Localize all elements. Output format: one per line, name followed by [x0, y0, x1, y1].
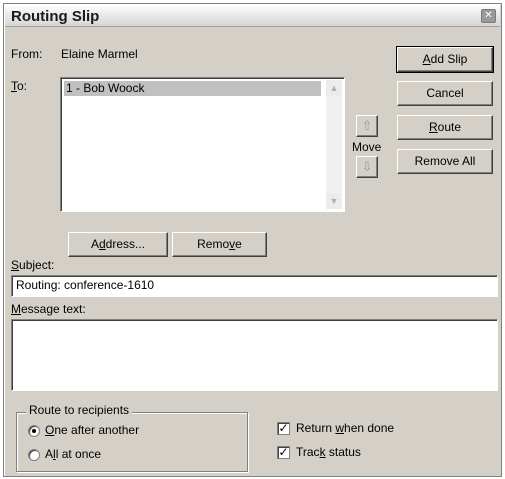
remove-all-button[interactable]: Remove All [397, 149, 493, 174]
track-status-label[interactable]: Track status [296, 445, 361, 459]
return-when-done-checkbox[interactable]: ✓ [277, 422, 290, 435]
scroll-down-arrow-icon[interactable]: ▼ [326, 193, 342, 209]
radio-one-after-another[interactable] [28, 425, 40, 437]
message-text-area[interactable] [11, 319, 498, 391]
recipient-list-item[interactable]: 1 - Bob Woock [64, 81, 321, 96]
route-to-recipients-group [16, 412, 248, 472]
dialog-title: Routing Slip [11, 8, 100, 25]
routing-slip-dialog: Routing Slip ✕ From: Elaine Marmel To: 1… [3, 3, 502, 477]
remove-button[interactable]: Remove [172, 232, 267, 257]
close-icon[interactable]: ✕ [481, 9, 496, 23]
title-bar: Routing Slip ✕ [5, 5, 500, 27]
arrow-down-icon: ⇩ [361, 159, 373, 174]
subject-label: Subject: [11, 258, 55, 272]
from-value: Elaine Marmel [61, 47, 138, 61]
all-at-once-label[interactable]: All at once [45, 447, 101, 461]
move-down-button[interactable]: ⇩ [356, 156, 378, 178]
recipients-listbox[interactable]: 1 - Bob Woock ▲ ▼ [60, 77, 345, 212]
add-slip-button[interactable]: Add Slip [396, 46, 494, 73]
route-to-recipients-title: Route to recipients [26, 403, 133, 417]
from-label: From: [11, 47, 43, 61]
route-button[interactable]: Route [397, 115, 493, 140]
radio-all-at-once[interactable] [28, 449, 40, 461]
message-text-label: Message text: [11, 302, 86, 316]
subject-field[interactable]: Routing: conference-1610 [11, 275, 498, 297]
cancel-button[interactable]: Cancel [397, 81, 493, 106]
return-when-done-label[interactable]: Return when done [296, 421, 394, 435]
move-label: Move [352, 140, 382, 154]
recipients-scrollbar[interactable]: ▲ ▼ [326, 80, 342, 209]
to-label: To: [11, 79, 28, 93]
scroll-up-arrow-icon[interactable]: ▲ [326, 80, 342, 96]
track-status-checkbox[interactable]: ✓ [277, 446, 290, 459]
one-after-another-label[interactable]: One after another [45, 423, 139, 437]
address-button[interactable]: Address... [68, 232, 168, 257]
arrow-up-icon: ⇧ [361, 118, 373, 133]
move-up-button[interactable]: ⇧ [356, 115, 378, 137]
